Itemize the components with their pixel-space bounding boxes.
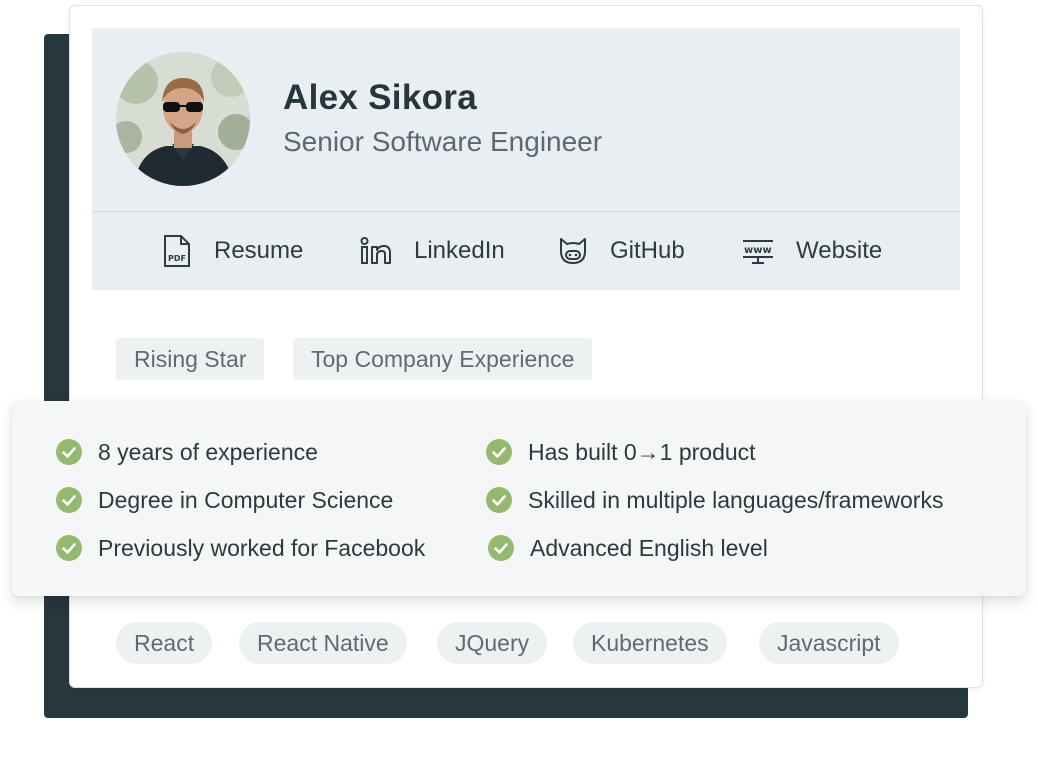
check-circle-icon (56, 439, 82, 465)
badge-top-company: Top Company Experience (293, 338, 593, 380)
resume-link[interactable]: PDF Resume (162, 212, 303, 290)
avatar (116, 52, 250, 186)
check-circle-icon (56, 487, 82, 513)
svg-text:www: www (744, 245, 772, 256)
profile-header: Alex Sikora Senior Software Engineer (92, 28, 960, 211)
website-link[interactable]: www Website (742, 212, 882, 290)
check-circle-icon (486, 487, 512, 513)
links-bar: PDF Resume LinkedIn GitHub www Website (92, 211, 960, 290)
linkedin-link-label: LinkedIn (414, 237, 505, 264)
skill-tag-react-native: React Native (239, 622, 407, 664)
highlight-item: Previously worked for Facebook (56, 533, 425, 563)
check-circle-icon (486, 439, 512, 465)
pdf-file-icon: PDF (164, 235, 190, 267)
highlight-item: Advanced English level (488, 533, 768, 563)
website-link-label: Website (796, 237, 883, 264)
linkedin-icon (360, 237, 391, 264)
skill-tag-kubernetes: Kubernetes (573, 622, 727, 664)
github-icon (560, 238, 586, 264)
github-link-label: GitHub (610, 237, 685, 264)
check-circle-icon (56, 535, 82, 561)
highlight-text: Has built 0→1 product (528, 438, 756, 465)
highlight-item: Degree in Computer Science (56, 485, 393, 515)
github-link[interactable]: GitHub (558, 212, 685, 290)
skill-tag-jquery: JQuery (437, 622, 548, 664)
www-monitor-icon: www (743, 240, 773, 264)
avatar-photo (116, 52, 250, 186)
highlight-text: Previously worked for Facebook (98, 534, 426, 561)
check-circle-icon (488, 535, 514, 561)
resume-link-label: Resume (214, 237, 304, 264)
badge-rising-star: Rising Star (116, 338, 265, 380)
skill-tag-react: React (116, 622, 213, 664)
highlight-item: Skilled in multiple languages/frameworks (486, 485, 943, 515)
highlight-text: Advanced English level (530, 534, 768, 561)
highlight-item: Has built 0→1 product (486, 437, 756, 467)
highlight-text: 8 years of experience (98, 438, 318, 465)
svg-text:PDF: PDF (168, 254, 186, 263)
highlight-text: Skilled in multiple languages/frameworks (528, 486, 944, 513)
highlights-panel: 8 years of experience Degree in Computer… (12, 401, 1026, 596)
profile-card-stage: Alex Sikora Senior Software Engineer PDF… (0, 0, 1038, 760)
skill-tag-javascript: Javascript (759, 622, 899, 664)
highlight-text: Degree in Computer Science (98, 486, 394, 513)
profile-title: Senior Software Engineer (283, 126, 603, 157)
profile-name: Alex Sikora (283, 78, 477, 117)
highlight-item: 8 years of experience (56, 437, 318, 467)
linkedin-link[interactable]: LinkedIn (360, 212, 505, 290)
